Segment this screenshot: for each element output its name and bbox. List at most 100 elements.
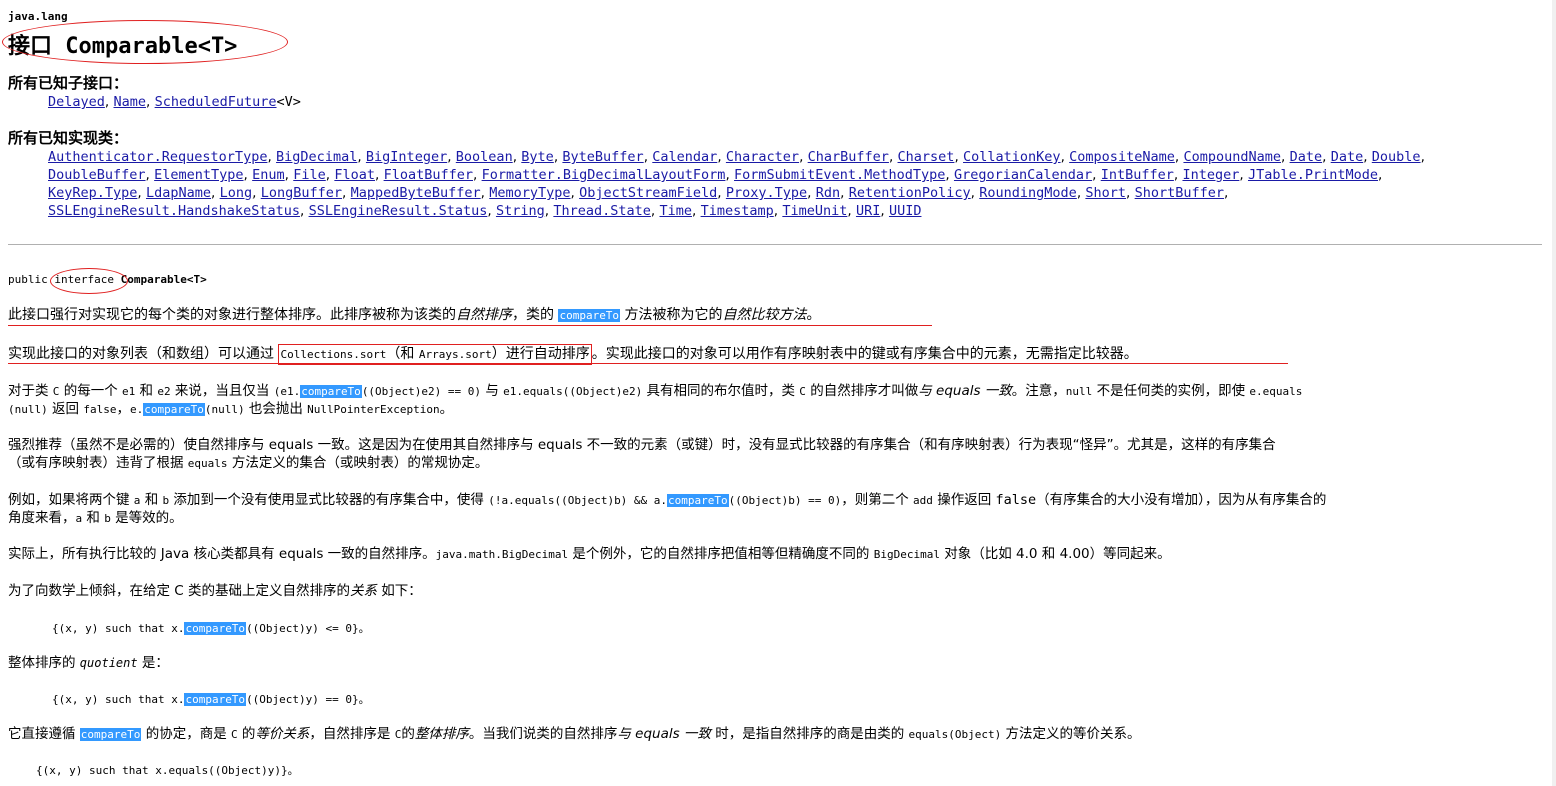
text: 是： <box>137 655 169 671</box>
implementing-class-link[interactable]: JTable.PrintMode <box>1248 167 1378 183</box>
separator: , <box>267 149 277 165</box>
implementing-class-link[interactable]: BigDecimal <box>276 149 357 165</box>
type-param-suffix: <V> <box>276 94 301 110</box>
code: {(x, y) such that x. <box>52 693 185 706</box>
text: （有序集合的大小没有增加），因为从有序集合的 <box>1036 492 1327 508</box>
emphasis: quotient <box>79 656 138 670</box>
text: ，类的 <box>512 307 559 323</box>
implementing-classes-label: 所有已知实现类： <box>8 129 129 147</box>
implementing-class-link[interactable]: RoundingMode <box>979 185 1077 201</box>
text: 整体排序的 <box>8 655 80 671</box>
code: e2 <box>157 385 171 398</box>
subinterface-link[interactable]: ScheduledFuture <box>155 94 277 110</box>
code: null <box>1065 385 1093 398</box>
implementing-class-link[interactable]: Integer <box>1182 167 1239 183</box>
implementing-class-link[interactable]: CompoundName <box>1183 149 1281 165</box>
implementing-class-link[interactable]: TimeUnit <box>782 203 847 219</box>
implementing-class-link[interactable]: ByteBuffer <box>562 149 643 165</box>
separator: , <box>487 203 496 219</box>
implementing-class-link[interactable]: CharBuffer <box>808 149 889 165</box>
separator: , <box>888 149 898 165</box>
implementing-class-link[interactable]: FloatBuffer <box>384 167 473 183</box>
implementing-classes-row: Authenticator.RequestorType, BigDecimal,… <box>48 148 1425 166</box>
implementing-class-link[interactable]: Boolean <box>456 149 513 165</box>
code: Arrays.sort <box>418 348 492 361</box>
paragraph-4-line-2: （或有序映射表）违背了根据 equals 方法定义的集合（或映射表）的常规协定。 <box>8 454 1548 473</box>
implementing-class-link[interactable]: ShortBuffer <box>1135 185 1224 201</box>
implementing-class-link[interactable]: LdapName <box>146 185 211 201</box>
implementing-class-link[interactable]: Time <box>659 203 692 219</box>
implementing-class-link[interactable]: IntBuffer <box>1101 167 1174 183</box>
implementing-class-link[interactable]: SSLEngineResult.HandshakeStatus <box>48 203 300 219</box>
subinterface-link[interactable]: Delayed <box>48 94 105 110</box>
separator: , <box>570 185 580 201</box>
implementing-class-link[interactable]: Character <box>726 149 799 165</box>
implementing-class-link[interactable]: Byte <box>521 149 554 165</box>
code: NullPointerException <box>307 403 440 416</box>
implementing-class-link[interactable]: Date <box>1290 149 1323 165</box>
implementing-class-link[interactable]: String <box>496 203 545 219</box>
scrollbar-track[interactable] <box>1552 0 1556 786</box>
implementing-class-link[interactable]: FormSubmitEvent.MethodType <box>734 167 945 183</box>
implementing-class-link[interactable]: ElementType <box>154 167 243 183</box>
title-annotation-oval <box>2 20 288 64</box>
implementing-class-link[interactable]: Formatter.BigDecimalLayoutForm <box>482 167 726 183</box>
subinterface-link[interactable]: Name <box>114 94 147 110</box>
implementing-class-link[interactable]: Long <box>220 185 253 201</box>
implementing-class-link[interactable]: Rdn <box>816 185 840 201</box>
highlighted-term: compareTo <box>300 385 362 398</box>
separator: , <box>970 185 980 201</box>
implementing-class-link[interactable]: Enum <box>252 167 285 183</box>
implementing-class-link[interactable]: UUID <box>889 203 922 219</box>
implementing-class-link[interactable]: SSLEngineResult.Status <box>309 203 488 219</box>
implementing-class-link[interactable]: MemoryType <box>489 185 570 201</box>
text: 实现此接口的对象列表（和数组）可以通过 <box>8 346 279 362</box>
separator: , <box>473 167 482 183</box>
implementing-class-link[interactable]: GregorianCalendar <box>954 167 1092 183</box>
implementing-class-link[interactable]: Charset <box>898 149 955 165</box>
paragraph-3-line-2: (null) 返回 false，e.compareTo(null) 也会抛出 N… <box>8 400 1548 419</box>
highlighted-term: compareTo <box>558 309 621 322</box>
implementing-class-link[interactable]: Authenticator.RequestorType <box>48 149 267 165</box>
implementing-class-link[interactable]: MappedByteBuffer <box>351 185 481 201</box>
implementing-class-link[interactable]: Double <box>1372 149 1421 165</box>
implementing-class-link[interactable]: URI <box>856 203 880 219</box>
separator: , <box>243 167 253 183</box>
code: add <box>913 494 933 507</box>
implementing-class-link[interactable]: Float <box>334 167 375 183</box>
implementing-class-link[interactable]: CompositeName <box>1069 149 1175 165</box>
code: e.equals <box>1249 385 1303 398</box>
separator: , <box>1239 167 1248 183</box>
implementing-class-link[interactable]: CollationKey <box>963 149 1061 165</box>
implementing-class-link[interactable]: DoubleBuffer <box>48 167 146 183</box>
implementing-class-link[interactable]: Short <box>1085 185 1126 201</box>
emphasis: 自然排序 <box>456 307 512 323</box>
implementing-class-link[interactable]: BigInteger <box>366 149 447 165</box>
separator: , <box>1060 149 1070 165</box>
implementing-class-link[interactable]: Proxy.Type <box>726 185 807 201</box>
implementing-class-link[interactable]: Timestamp <box>701 203 774 219</box>
code: {(x, y) such that x. <box>52 622 185 635</box>
code: C <box>799 385 806 398</box>
implementing-class-link[interactable]: ObjectStreamField <box>579 185 717 201</box>
package-name: java.lang <box>8 10 68 23</box>
implementing-class-link[interactable]: LongBuffer <box>261 185 342 201</box>
text: 返回 <box>47 401 84 417</box>
code: (null) <box>8 403 48 416</box>
implementing-class-link[interactable]: Calendar <box>652 149 717 165</box>
separator: , <box>840 185 849 201</box>
text: ，自然排序是 <box>309 726 395 742</box>
code: e. <box>129 403 144 416</box>
implementing-class-link[interactable]: Date <box>1331 149 1364 165</box>
paragraph-8: 整体排序的 quotient 是： <box>8 654 1548 672</box>
implementing-class-link[interactable]: Thread.State <box>553 203 651 219</box>
text: 具有相同的布尔值时，类 <box>642 383 800 399</box>
underline-annotation <box>8 325 932 326</box>
implementing-class-link[interactable]: KeyRep.Type <box>48 185 137 201</box>
separator: , <box>945 167 954 183</box>
implementing-class-link[interactable]: File <box>293 167 326 183</box>
text: 方法被称为它的 <box>620 307 723 323</box>
implementing-class-link[interactable]: RetentionPolicy <box>849 185 971 201</box>
text: 的 <box>401 726 415 742</box>
code-block-3: {(x, y) such that x.equals((Object)y)}。 <box>36 764 299 777</box>
